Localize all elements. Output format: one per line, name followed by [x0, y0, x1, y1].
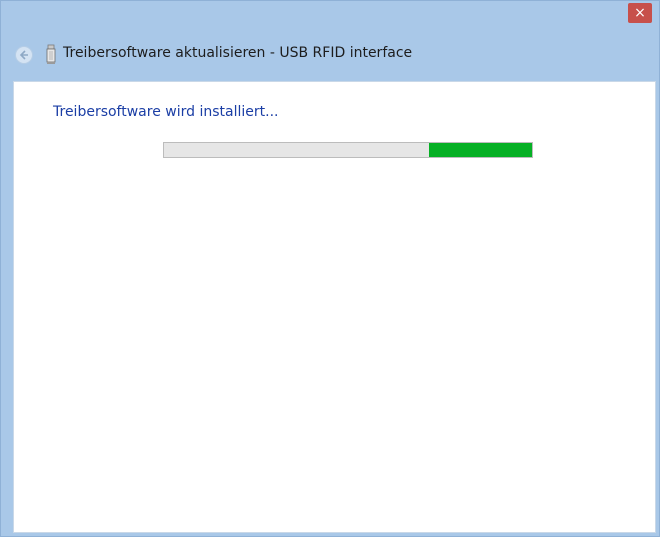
- back-button[interactable]: [15, 46, 33, 64]
- back-arrow-icon: [19, 50, 28, 60]
- progress-indicator: [428, 143, 532, 157]
- install-status-text: Treibersoftware wird installiert...: [53, 104, 279, 120]
- header-bar: Treibersoftware aktualisieren - USB RFID…: [1, 29, 659, 81]
- install-progress-bar: [163, 142, 533, 158]
- close-button[interactable]: ×: [628, 3, 652, 23]
- window-title: Treibersoftware aktualisieren - USB RFID…: [63, 45, 413, 61]
- content-panel: Treibersoftware wird installiert...: [13, 81, 656, 533]
- dialog-window: × Treibersoftware aktualisieren - USB RF…: [0, 0, 660, 537]
- title-bar[interactable]: ×: [1, 1, 659, 29]
- usb-device-icon: [45, 44, 57, 66]
